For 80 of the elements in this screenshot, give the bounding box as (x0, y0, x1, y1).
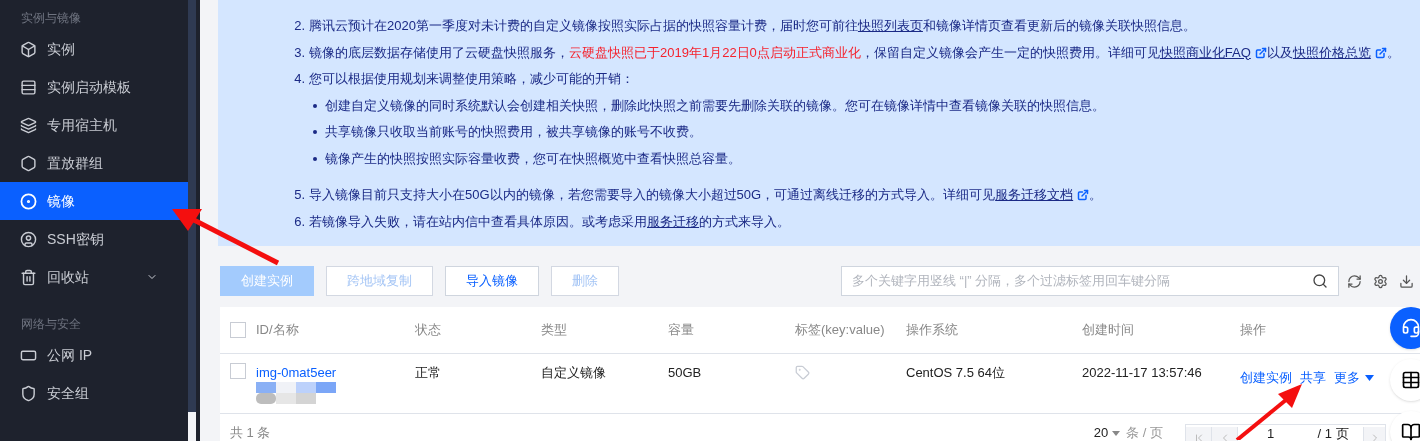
notice-text: 导入镜像目前只支持大小在50G以内的镜像，若您需要导入的镜像大小超过50G，可通过离线迁移的方式导入。详细可见服务迁移文档 。 (309, 182, 1103, 209)
column-header: 容量 (668, 321, 694, 340)
hexagon-icon (20, 154, 37, 172)
sidebar-item[interactable]: 回收站 (0, 258, 188, 296)
sidebar-item[interactable]: 公网 IP (0, 336, 188, 374)
sidebar-item[interactable]: 专用宿主机 (0, 106, 188, 144)
table-cell-text: CentOS 7.5 64位 (906, 364, 1005, 382)
page-field[interactable]: 1 (1238, 427, 1303, 441)
page-size-unit: 条 / 页 (1126, 426, 1163, 440)
table-cell-text: 50GB (668, 364, 702, 382)
column-header: ID/名称 (256, 321, 299, 340)
shield-icon (20, 384, 37, 402)
image-id-link[interactable]: img-0mat5eer (256, 363, 337, 383)
link[interactable]: 快照价格总览 (1292, 39, 1387, 66)
trash-icon (20, 268, 37, 286)
page-count: / 1 页 (1316, 427, 1350, 441)
column-header: 操作系统 (906, 321, 958, 340)
caret-down-icon (1365, 374, 1374, 381)
download-icon[interactable] (1399, 273, 1414, 289)
link[interactable]: 快照商业化FAQ (1159, 39, 1267, 66)
column-header: 创建时间 (1082, 321, 1134, 340)
table-cell-text: 2022-11-17 13:57:46 (1082, 364, 1202, 382)
sidebar-item[interactable]: 实例 (0, 30, 188, 68)
column-header: 操作 (1240, 321, 1266, 340)
toolbar-button[interactable]: 导入镜像 (445, 266, 539, 296)
search-input[interactable]: 多个关键字用竖线 “|” 分隔，多个过滤标签用回车键分隔 (852, 271, 1312, 291)
column-header: 类型 (541, 321, 567, 340)
column-header: 标签(key:value) (795, 321, 885, 340)
sidebar-item[interactable]: 安全组 (0, 374, 188, 412)
checkbox[interactable] (230, 322, 246, 338)
table-icon (1401, 370, 1420, 390)
cube-icon (20, 40, 37, 58)
book-icon (1401, 422, 1420, 441)
notice-text: 腾讯云预计在2020第一季度对未计费的自定义镜像按照实际占据的快照容量计费，届时您可前往快照列表页和镜像详情页查看更新后的镜像关联快照信息。 (309, 13, 1196, 40)
scrollbar[interactable] (188, 0, 196, 412)
external-link-icon (1254, 46, 1267, 59)
sidebar-group-title: 网络与安全 (20, 316, 82, 333)
notice-text: 您可以根据使用规划来调整使用策略，减少可能的开销： (309, 70, 634, 88)
checkbox[interactable] (230, 363, 246, 379)
target-icon (20, 192, 37, 210)
notice-text: 共享镜像只收取当前账号的快照费用，被共享镜像的账号不收费。 (325, 123, 702, 141)
notice-text: 创建自定义镜像的同时系统默认会创建相关快照，删除此快照之前需要先删除关联的镜像。您可在镜像详情中查看镜像关联的快照信息。 (325, 96, 1105, 115)
bullet-icon (313, 156, 317, 161)
item-number: 5. (293, 186, 305, 204)
rows-icon (20, 78, 37, 96)
action-link[interactable]: 创建实例 (1240, 368, 1292, 388)
notice-text: 镜像的底层数据存储使用了云硬盘快照服务，云硬盘快照已于2019年1月22日0点启动正式商业化，保留自定义镜像会产生一定的快照费用。详细可见快照商业化FAQ 以及快照价格总览 。 (309, 39, 1400, 66)
person-circle-icon (20, 230, 37, 248)
total-count: 共 1 条 (230, 426, 271, 440)
notice-text: 镜像产生的快照按照实际容量收费，您可在快照概览中查看快照总容量。 (325, 149, 741, 168)
bullet-icon (313, 103, 317, 108)
refresh-icon[interactable] (1347, 273, 1362, 289)
item-number: 2. (293, 17, 305, 35)
headset-icon (1401, 318, 1420, 338)
notice-text: 若镜像导入失败，请在站内信中查看具体原因。或考虑采用服务迁移的方式来导入。 (309, 208, 790, 235)
sidebar-group-title: 实例与镜像 (20, 10, 82, 27)
column-header: 状态 (415, 321, 441, 340)
link[interactable]: 快照列表页 (857, 13, 923, 40)
caret-down-icon (1112, 430, 1121, 436)
sidebar-item[interactable]: 实例启动模板 (0, 68, 188, 106)
external-link-icon (1374, 46, 1387, 59)
action-link[interactable]: 共享 (1300, 368, 1326, 388)
layers-icon (20, 116, 37, 134)
external-link-icon (1077, 189, 1090, 202)
table-cell-text: 正常 (415, 364, 441, 382)
item-number: 6. (293, 212, 305, 231)
page-size-select[interactable]: 20 (1093, 426, 1121, 440)
action-link[interactable]: 更多 (1334, 368, 1374, 388)
table-cell-text: 自定义镜像 (541, 364, 606, 382)
search-field[interactable]: 多个关键字用竖线 “|” 分隔，多个过滤标签用回车键分隔 (841, 266, 1339, 296)
sidebar-item[interactable]: 镜像 (0, 182, 188, 220)
bullet-icon (313, 130, 317, 135)
search-icon[interactable] (1312, 273, 1328, 289)
item-number: 4. (293, 70, 305, 88)
item-number: 3. (293, 43, 305, 62)
sidebar-item[interactable]: SSH密钥 (0, 220, 188, 258)
settings-icon[interactable] (1373, 273, 1388, 289)
link[interactable]: 服务迁移 (647, 208, 699, 235)
sidebar-item[interactable]: 置放群组 (0, 144, 188, 182)
link[interactable]: 服务迁移文档 (995, 182, 1090, 209)
